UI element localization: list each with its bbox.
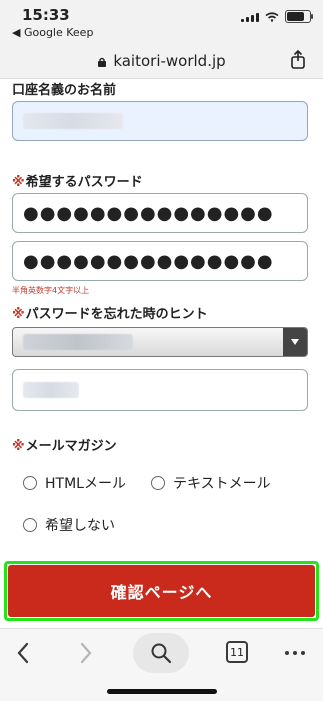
search-icon (151, 643, 172, 664)
tabs-button[interactable]: 11 (226, 641, 248, 663)
chevron-down-icon (291, 339, 299, 345)
confirm-page-button[interactable]: 確認ページへ (8, 565, 315, 617)
forward-icon[interactable] (77, 641, 95, 665)
radio-label: テキストメール (173, 476, 271, 492)
password-hint-answer-input[interactable] (12, 369, 308, 411)
status-time: 15:33 (22, 6, 70, 24)
password-hint-label-row: ※パスワードを忘れた時のヒント (12, 303, 208, 322)
signal-icon (241, 12, 259, 22)
password-input[interactable]: ●●●●●●●●●●●●●●● (12, 193, 308, 233)
required-mark: ※ (12, 175, 25, 190)
url-display[interactable]: kaitori-world.jp (0, 52, 323, 70)
password-label: 希望するパスワード (25, 175, 143, 190)
required-mark: ※ (12, 307, 25, 322)
required-mark: ※ (12, 439, 25, 454)
registration-form: 口座名義のお名前 ※希望するパスワード ●●●●●●●●●●●●●●● ●●●●… (0, 78, 323, 629)
newsletter-label-row: ※メールマガジン (12, 435, 117, 454)
home-indicator (107, 689, 217, 694)
back-to-app-link[interactable]: ◀ Google Keep (12, 26, 93, 39)
radio-no-mail[interactable]: 希望しない (23, 515, 115, 535)
radio-label: HTMLメール (45, 476, 126, 492)
radio-html-mail[interactable]: HTMLメール (23, 473, 126, 493)
hint-question-redacted-value (23, 334, 133, 350)
account-name-label: 口座名義のお名前 (12, 83, 117, 98)
select-arrow[interactable] (283, 328, 307, 356)
share-icon[interactable] (287, 48, 309, 70)
password-hint-label: パスワードを忘れた時のヒント (25, 307, 208, 322)
wifi-icon (265, 11, 279, 22)
tabs-count: 11 (230, 645, 244, 659)
battery-icon (285, 10, 313, 23)
lock-icon (98, 57, 107, 67)
radio-button[interactable] (23, 518, 37, 532)
search-button[interactable] (133, 633, 189, 673)
back-icon[interactable] (14, 641, 32, 665)
newsletter-label: メールマガジン (25, 439, 117, 454)
password-hint-select[interactable] (12, 327, 308, 357)
password-confirm-input[interactable]: ●●●●●●●●●●●●●●● (12, 241, 308, 281)
browser-url-bar[interactable]: kaitori-world.jp (0, 44, 323, 78)
account-name-input[interactable] (12, 101, 308, 141)
radio-text-mail[interactable]: テキストメール (151, 473, 271, 493)
radio-label: 希望しない (45, 518, 115, 534)
url-text: kaitori-world.jp (113, 52, 226, 70)
status-icons (241, 10, 313, 23)
password-label-row: ※希望するパスワード (12, 171, 143, 190)
password-note: 半角英数字4文字以上 (12, 286, 90, 295)
account-name-redacted-value (23, 113, 123, 129)
radio-button[interactable] (23, 476, 37, 490)
more-icon[interactable] (283, 641, 307, 665)
hint-answer-redacted-value (23, 382, 79, 398)
radio-button[interactable] (151, 476, 165, 490)
